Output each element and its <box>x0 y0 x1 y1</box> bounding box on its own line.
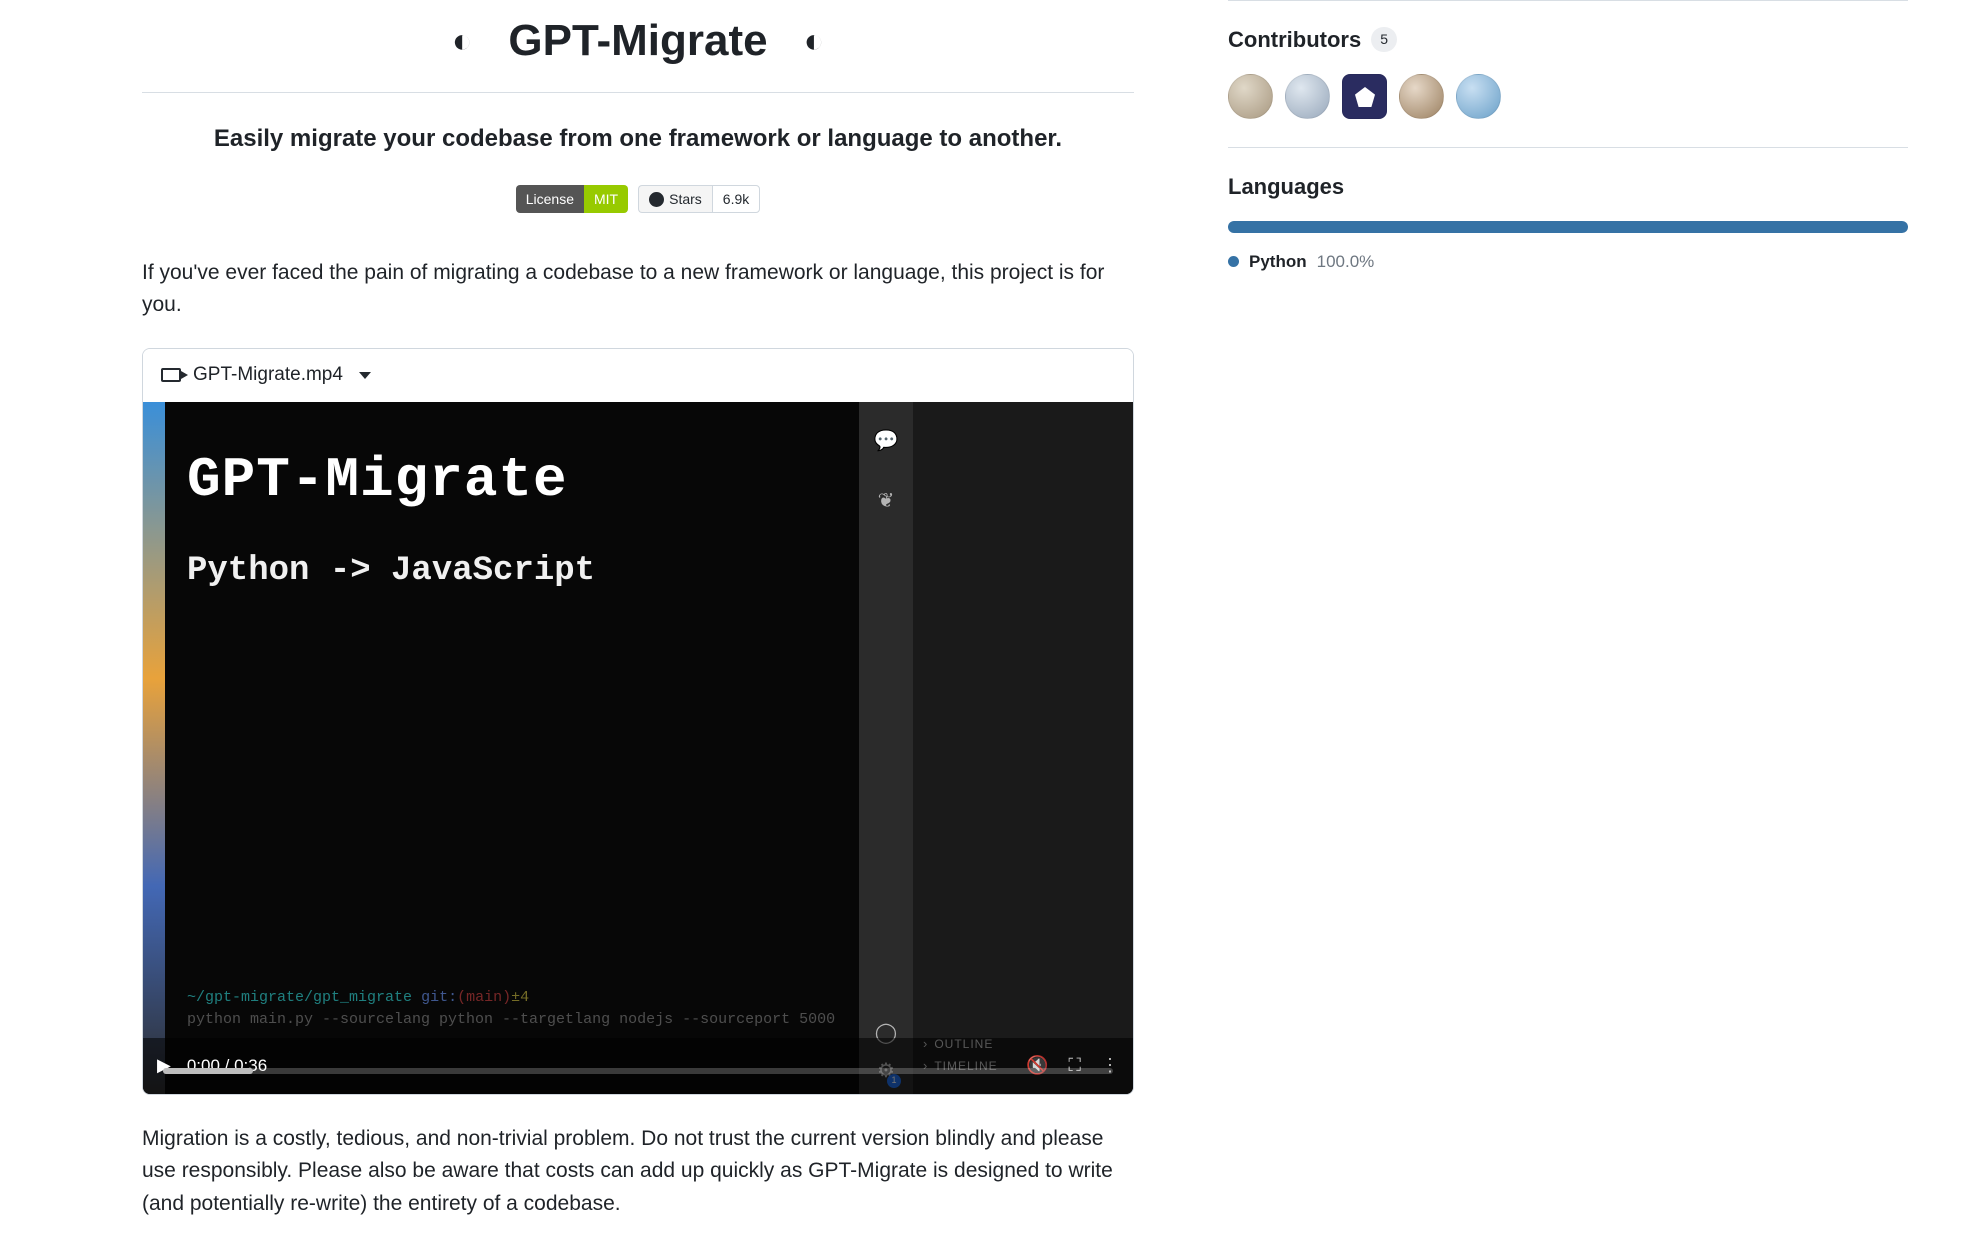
video-time: 0:00 / 0:36 <box>187 1053 267 1079</box>
contributors-heading[interactable]: Contributors 5 <box>1228 23 1908 56</box>
video-main-area: GPT-Migrate Python -> JavaScript ~/gpt-m… <box>165 402 859 1094</box>
languages-heading: Languages <box>1228 170 1908 203</box>
github-icon <box>649 192 664 207</box>
fullscreen-icon[interactable]: ⛶ <box>1068 1052 1081 1079</box>
contributors-count: 5 <box>1371 27 1397 52</box>
video-body[interactable]: GPT-Migrate Python -> JavaScript ~/gpt-m… <box>143 402 1133 1094</box>
contrast-icon: ◐ <box>804 24 825 58</box>
disclaimer-paragraph: Migration is a costly, tedious, and non-… <box>142 1123 1134 1221</box>
video-side-panel: OUTLINE TIMELINE <box>913 402 1133 1094</box>
readme-main: ◐ GPT-Migrate ◐ Easily migrate your code… <box>108 0 1168 1248</box>
language-name: Python <box>1249 249 1307 275</box>
video-controls: ▶ 0:00 / 0:36 🔇 ⛶ ⋮ <box>143 1038 1133 1094</box>
license-badge-label: License <box>516 185 584 213</box>
avatar[interactable] <box>1456 74 1501 119</box>
leaf-icon[interactable]: ❦ <box>878 486 895 516</box>
video-progress-bar[interactable] <box>163 1068 1113 1074</box>
project-title: GPT-Migrate <box>508 8 767 74</box>
avatar[interactable] <box>1228 74 1273 119</box>
readme-title-row: ◐ GPT-Migrate ◐ <box>142 0 1134 93</box>
language-dot <box>1228 256 1239 267</box>
mute-icon[interactable]: 🔇 <box>1026 1052 1048 1079</box>
language-bar <box>1228 221 1908 233</box>
video-left-stripe <box>143 402 165 1094</box>
language-percent: 100.0% <box>1317 249 1375 275</box>
project-subtitle: Easily migrate your codebase from one fr… <box>108 121 1168 157</box>
stars-badge-value: 6.9k <box>712 185 760 213</box>
video-activity-bar: 💬 ❦ ◯ ⚙ 1 <box>859 402 913 1094</box>
contributors-section: Contributors 5 <box>1228 0 1908 147</box>
repo-sidebar: Contributors 5 Languages Python 100.0% <box>1228 0 1908 1248</box>
video-progress-fill <box>163 1068 253 1074</box>
badge-row: License MIT Stars 6.9k <box>108 185 1168 213</box>
avatar[interactable] <box>1399 74 1444 119</box>
play-icon[interactable]: ▶ <box>157 1052 171 1079</box>
languages-section: Languages Python 100.0% <box>1228 147 1908 303</box>
license-badge[interactable]: License MIT <box>516 185 628 213</box>
video-card: GPT-Migrate.mp4 GPT-Migrate Python -> Ja… <box>142 348 1134 1095</box>
stars-badge[interactable]: Stars 6.9k <box>638 185 760 213</box>
avatar[interactable] <box>1285 74 1330 119</box>
language-line[interactable]: Python 100.0% <box>1228 249 1908 275</box>
contrast-icon: ◐ <box>452 24 473 58</box>
avatar[interactable] <box>1342 74 1387 119</box>
video-overlay-text: GPT-Migrate Python -> JavaScript <box>165 402 859 597</box>
comment-icon[interactable]: 💬 <box>874 426 899 456</box>
video-overlay-title: GPT-Migrate <box>187 438 859 522</box>
license-badge-value: MIT <box>584 185 628 213</box>
video-header[interactable]: GPT-Migrate.mp4 <box>143 349 1133 402</box>
video-overlay-subtitle: Python -> JavaScript <box>187 546 859 597</box>
video-icon <box>161 368 181 382</box>
more-icon[interactable]: ⋮ <box>1101 1052 1119 1079</box>
video-terminal-text: ~/gpt-migrate/gpt_migrate git:(main)±4 p… <box>187 987 835 1032</box>
chevron-down-icon <box>359 372 371 379</box>
intro-paragraph: If you've ever faced the pain of migrati… <box>142 257 1134 320</box>
contributor-avatars <box>1228 74 1908 119</box>
stars-badge-label: Stars <box>638 185 712 213</box>
video-filename: GPT-Migrate.mp4 <box>193 361 343 390</box>
